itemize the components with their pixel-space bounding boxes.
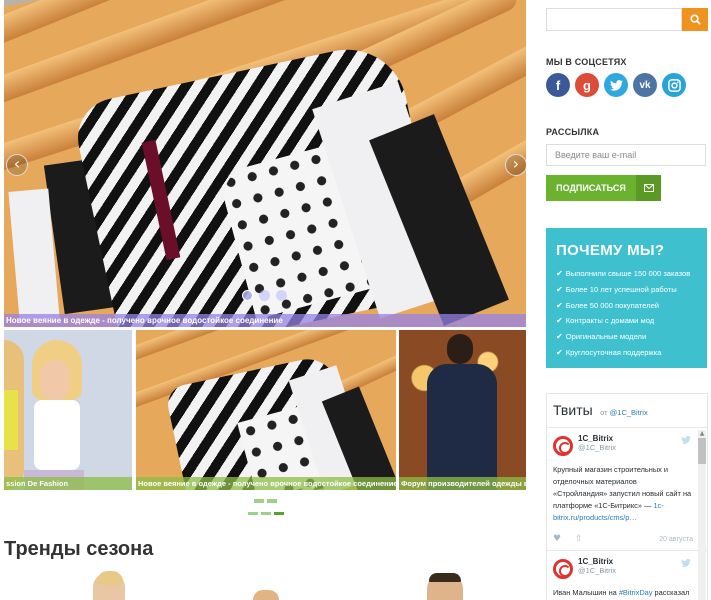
twitter-timeline-header: Твиты от @1C_Bitrix	[547, 394, 707, 428]
tweets-scrollbar[interactable]: ▲	[698, 430, 706, 600]
why-us-item: ✔ Круглосуточная поддержка	[556, 347, 662, 357]
subscribe-button[interactable]: ПОДПИСАТЬСЯ	[546, 175, 661, 201]
trend-item-image[interactable]	[93, 571, 125, 600]
check-icon: ✔	[556, 316, 563, 326]
twitter-bird-icon[interactable]	[681, 559, 691, 567]
slider-dot[interactable]	[276, 290, 287, 301]
chevron-left-icon: ‹	[13, 154, 21, 173]
thumbnail-item[interactable]: Новое веяние в одежде - получено врочное…	[136, 330, 396, 490]
avatar[interactable]	[553, 436, 573, 456]
pager-dot-active[interactable]	[274, 512, 284, 515]
tweet-date[interactable]: 20 августа	[659, 536, 693, 543]
search-form	[546, 8, 708, 31]
slider-dot[interactable]	[242, 290, 253, 301]
scroll-up-icon[interactable]: ▲	[698, 430, 706, 438]
thumbnail-caption: Форум производителей одежды в Е	[399, 477, 526, 490]
thumbnail-caption: Новое веяние в одежде - получено врочное…	[136, 477, 396, 490]
heart-icon[interactable]: ♥	[553, 534, 565, 544]
thumbnail-carousel: ssion De Fashion Новое веяние в одежде -…	[4, 330, 526, 490]
slider-next-button[interactable]: ›	[505, 154, 526, 176]
section-title-trends: Тренды сезона	[4, 538, 154, 560]
subscribe-label: ПОДПИСАТЬСЯ	[556, 183, 626, 193]
email-field[interactable]	[546, 144, 706, 166]
check-icon: ✔	[556, 284, 563, 294]
twitter-timeline: Твиты от @1C_Bitrix 1C_Bitrix @1C_Bitrix…	[546, 393, 708, 600]
social-heading: МЫ В СОЦСЕТЯХ	[546, 57, 627, 67]
why-us-item: ✔ Контракты с домами мод	[556, 316, 655, 326]
chevron-right-icon: ›	[512, 154, 520, 173]
pager-dot[interactable]	[248, 512, 258, 515]
share-icon[interactable]: ⇧	[575, 534, 587, 544]
pager-dot[interactable]	[261, 512, 271, 515]
tweet-text: Крупный магазин строительных и отделочны…	[553, 465, 692, 522]
trend-item-image[interactable]	[253, 590, 279, 600]
google-plus-icon[interactable]: g	[575, 73, 599, 97]
check-icon: ✔	[556, 332, 563, 342]
slider-dot[interactable]	[259, 290, 270, 301]
twitter-bird-icon[interactable]	[681, 436, 691, 444]
check-icon: ✔	[556, 300, 563, 310]
tweet-text: Иван Малышин на #BitrixDay рассказал про…	[553, 588, 690, 597]
page: ‹ › Новое веяние в одежде - получено вро…	[0, 0, 711, 600]
instagram-icon[interactable]	[662, 73, 686, 97]
slider-image	[4, 0, 526, 327]
why-us-block: ПОЧЕМУ МЫ? ✔ Выполнили свыше 150 000 зака…	[546, 228, 707, 368]
pager-dot[interactable]	[267, 499, 277, 503]
pager-dot[interactable]	[254, 499, 264, 503]
slider-caption[interactable]: Новое веяние в одежде - получено врочное…	[4, 314, 526, 327]
check-icon: ✔	[556, 347, 563, 357]
search-icon	[689, 14, 701, 25]
slider-dots	[242, 290, 287, 301]
why-us-item: ✔ Более 50 000 покупателей	[556, 300, 660, 310]
tweet-hashtag-link[interactable]: #BitrixDay	[619, 588, 653, 597]
social-links: f g vk	[546, 73, 686, 97]
tweet: 1C_Bitrix @1C_Bitrix Крупный магазин стр…	[547, 428, 707, 551]
why-us-item: ✔ Выполнили свыше 150 000 заказов	[556, 269, 691, 278]
why-us-title: ПОЧЕМУ МЫ?	[556, 242, 665, 259]
slider-prev-button[interactable]: ‹	[6, 154, 28, 176]
newsletter-heading: РАССЫЛКА	[546, 127, 600, 137]
tweet-author-name[interactable]: 1C_Bitrix	[578, 434, 616, 443]
why-us-item: ✔ Оригинальные модели	[556, 332, 647, 342]
search-button[interactable]	[682, 8, 708, 31]
tweet: 1C_Bitrix @1C_Bitrix Иван Малышин на #Bi…	[547, 551, 707, 600]
trend-item-image[interactable]	[427, 573, 463, 600]
facebook-icon[interactable]: f	[546, 73, 570, 97]
why-us-item: ✔ Более 10 лет успешной работы	[556, 284, 677, 294]
thumbnail-item[interactable]: Форум производителей одежды в Е	[399, 330, 526, 490]
main-slider[interactable]: ‹ › Новое веяние в одежде - получено вро…	[4, 0, 526, 327]
twitter-icon[interactable]	[604, 73, 628, 97]
thumbnail-caption: ssion De Fashion	[4, 477, 132, 490]
timeline-author-link[interactable]: @1C_Bitrix	[610, 408, 648, 417]
avatar[interactable]	[553, 559, 573, 579]
envelope-icon	[636, 175, 661, 201]
search-input[interactable]	[546, 8, 682, 31]
check-icon: ✔	[556, 269, 563, 278]
thumbnail-item[interactable]: ssion De Fashion	[4, 330, 132, 490]
timeline-title: Твиты	[553, 402, 593, 418]
thumbnail-pager	[248, 499, 284, 515]
scrollbar-thumb[interactable]	[698, 438, 706, 464]
tweet-author-handle[interactable]: @1C_Bitrix	[578, 566, 616, 575]
tweet-author-handle[interactable]: @1C_Bitrix	[578, 443, 616, 452]
tweet-author-name[interactable]: 1C_Bitrix	[578, 557, 616, 566]
vk-icon[interactable]: vk	[633, 73, 657, 97]
why-us-list: ✔ Выполнили свыше 150 000 заказов ✔ Более …	[556, 266, 697, 361]
